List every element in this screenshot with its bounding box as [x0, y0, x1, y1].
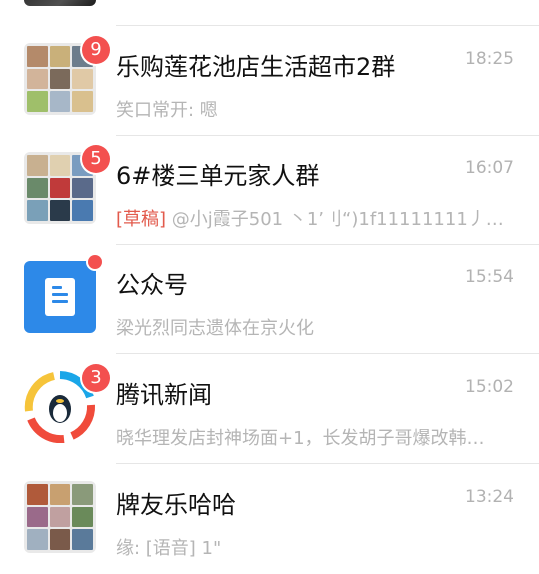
chat-list: 9 乐购莲花池店生活超市2群 18:25 笑口常开: 嗯 5 6#楼三单元家人群…: [0, 0, 539, 559]
member-avatar: [27, 506, 48, 528]
member-avatar: [72, 200, 93, 221]
member-avatar: [72, 177, 93, 199]
preview-text: 笑口常开: 嗯: [116, 100, 218, 121]
member-avatar: [27, 91, 48, 112]
member-avatar: [27, 529, 48, 550]
preview-text: 梁光烈同志遗体在京火化: [116, 318, 314, 339]
unread-badge: 3: [82, 364, 110, 392]
preview-text: 晓华理发店封神场面+1，长发胡子哥爆改韩…: [116, 428, 485, 449]
unread-badge: 5: [82, 145, 110, 173]
chat-row-official-accounts[interactable]: 公众号 15:54 梁光烈同志遗体在京火化: [0, 244, 539, 354]
chat-title: 腾讯新闻: [116, 381, 212, 409]
chat-preview: [草稿] @小j霞子501 丶1’刂“)1f11111111丿…: [116, 205, 508, 231]
unread-badge: 9: [82, 36, 110, 64]
preview-text: @小j霞子501 丶1’刂“)1f11111111丿…: [166, 209, 504, 230]
member-avatar: [49, 91, 71, 112]
chat-time: 15:54: [465, 267, 514, 287]
member-avatar: [27, 155, 48, 176]
chat-time: 16:07: [465, 158, 514, 178]
member-avatar: [49, 484, 71, 505]
member-avatar: [72, 68, 93, 90]
chat-row-building-family-group[interactable]: 5 6#楼三单元家人群 16:07 [草稿] @小j霞子501 丶1’刂“)1f…: [0, 135, 539, 245]
member-avatar: [72, 506, 93, 528]
member-avatar: [49, 529, 71, 550]
chat-row-tencent-news[interactable]: 3 腾讯新闻 15:02 晓华理发店封神场面+1，长发胡子哥爆改韩…: [0, 354, 539, 464]
member-avatar: [27, 200, 48, 221]
member-avatar: [72, 91, 93, 112]
member-avatar: [27, 68, 48, 90]
member-avatar: [27, 46, 48, 67]
avatar[interactable]: [24, 0, 96, 6]
chat-preview: 笑口常开: 嗯: [116, 96, 508, 122]
member-avatar: [49, 46, 71, 67]
chat-time: 18:25: [465, 49, 514, 69]
unread-dot: [88, 255, 102, 269]
avatar: 9: [24, 36, 110, 115]
member-avatar: [72, 484, 93, 505]
member-avatar: [49, 506, 71, 528]
chat-row-card-friends-group[interactable]: 牌友乐哈哈 13:24 缘: [语音] 1": [0, 464, 539, 574]
chat-time: 13:24: [465, 487, 514, 507]
group-avatar-grid: [24, 481, 96, 553]
chat-title: 牌友乐哈哈: [116, 491, 236, 519]
chat-title: 公众号: [116, 271, 188, 299]
avatar: 5: [24, 145, 110, 224]
member-avatar: [49, 200, 71, 221]
draft-tag: [草稿]: [116, 209, 167, 230]
chat-title: 6#楼三单元家人群: [116, 162, 320, 190]
member-avatar: [72, 529, 93, 550]
official-accounts-icon: [24, 261, 96, 333]
member-avatar: [49, 68, 71, 90]
avatar: [24, 255, 102, 333]
chat-row-lego-lianhuachi-group[interactable]: 9 乐购莲花池店生活超市2群 18:25 笑口常开: 嗯: [0, 26, 539, 136]
preview-text: 缘: [语音] 1": [116, 538, 222, 559]
chat-preview: 缘: [语音] 1": [116, 534, 508, 560]
chat-preview: 梁光烈同志遗体在京火化: [116, 314, 508, 340]
member-avatar: [27, 484, 48, 505]
chat-time: 15:02: [465, 377, 514, 397]
avatar: 3: [24, 364, 110, 444]
chat-preview: 晓华理发店封神场面+1，长发胡子哥爆改韩…: [116, 424, 508, 450]
document-icon: [45, 278, 75, 316]
member-avatar: [27, 177, 48, 199]
chat-title: 乐购莲花池店生活超市2群: [116, 53, 396, 81]
member-avatar: [49, 155, 71, 176]
avatar: [24, 481, 96, 553]
member-avatar: [49, 177, 71, 199]
